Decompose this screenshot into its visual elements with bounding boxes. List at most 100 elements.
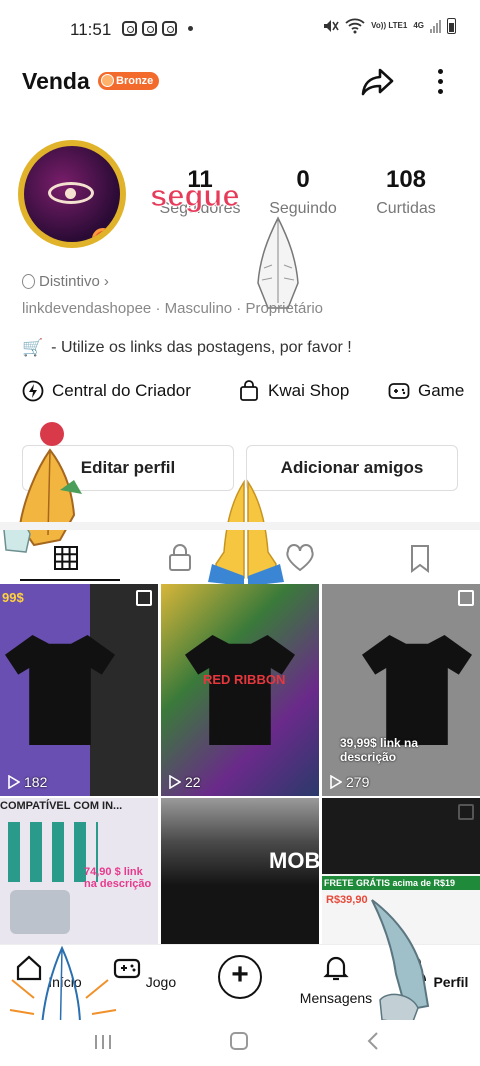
post-views-count: 279 — [346, 774, 370, 790]
post-tile[interactable]: COMPATÍVEL COM IN... 74,90 $ link na des… — [0, 798, 158, 944]
likes-label: Curtidas — [376, 200, 436, 217]
username: Venda — [22, 68, 90, 94]
post-caption: RED RIBBON — [203, 672, 286, 687]
grid-icon[interactable] — [46, 541, 86, 575]
lock-icon[interactable] — [160, 541, 200, 575]
nav-label: Perfil — [433, 974, 469, 990]
following-label: Seguindo — [269, 200, 337, 217]
status-bar: 11:51 Vo)) LTE1 4G — [0, 0, 480, 58]
avatar[interactable] — [18, 140, 126, 248]
profile-header: Venda Bronze — [22, 64, 462, 100]
profile-info-line: linkdevendashopee · Masculino · Propriet… — [22, 300, 323, 317]
shopping-bag-icon — [240, 380, 258, 401]
heart-icon[interactable] — [280, 541, 320, 575]
post-views: 279 — [330, 774, 369, 790]
flower-icon — [92, 228, 114, 242]
create-post-button[interactable]: + — [218, 955, 262, 999]
following-count: 0 — [296, 166, 310, 193]
avatar-image — [24, 146, 120, 242]
segue-sticker: segue — [150, 178, 241, 214]
post-caption: 99$ — [2, 590, 24, 605]
creator-shortcuts: Central do Criador Kwai Shop Game — [22, 380, 480, 410]
post-tile[interactable]: RED RIBBON 22 — [161, 584, 319, 796]
bio-text: - Utilize os links das postagens, por fa… — [51, 339, 352, 356]
network-type: 4G — [413, 21, 424, 30]
person-icon — [403, 957, 426, 981]
nav-perfil[interactable]: Perfil — [394, 953, 474, 990]
lightning-icon — [22, 380, 44, 402]
likes-stat[interactable]: 108 Curtidas — [364, 166, 448, 218]
battery-icon — [447, 18, 456, 34]
nav-label: Jogo — [145, 974, 177, 990]
nav-jogo[interactable]: Jogo — [104, 953, 184, 990]
distintivo-label: Distintivo — [39, 273, 100, 290]
posts-grid: 99$ 182 RED RIBBON 22 39,99$ link na des… — [0, 584, 480, 944]
bottom-nav: Início Jogo + Mensagens Perfil — [0, 944, 480, 1020]
edit-profile-button[interactable]: Editar perfil — [22, 445, 234, 491]
nav-mensagens[interactable]: Mensagens — [296, 953, 376, 1006]
play-icon — [169, 775, 181, 789]
shortcut-label: Game — [418, 381, 465, 400]
nav-inicio[interactable]: Início — [8, 953, 88, 990]
system-icons: Vo)) LTE1 4G — [321, 18, 456, 34]
post-subcaption: R$39,90 — [326, 894, 368, 906]
home-icon — [17, 955, 42, 981]
post-tile[interactable]: 99$ 182 — [0, 584, 158, 796]
post-caption: FRETE GRÁTIS acima de R$19 — [322, 876, 480, 890]
nav-label: Início — [48, 974, 82, 990]
post-caption: COMPATÍVEL COM IN... — [0, 800, 123, 812]
back-icon[interactable] — [366, 1031, 380, 1051]
shortcut-kwai-shop[interactable]: Kwai Shop — [238, 380, 349, 402]
following-stat[interactable]: 0 Seguindo — [258, 166, 348, 218]
home-button-icon[interactable] — [228, 1030, 250, 1052]
profile-actions: Editar perfil Adicionar amigos — [22, 445, 458, 491]
post-tile[interactable]: MOB — [161, 798, 319, 944]
gamepad-icon — [113, 958, 140, 979]
nav-label: Mensagens — [299, 990, 373, 1006]
multi-image-icon — [458, 804, 474, 820]
medal-icon — [22, 274, 35, 289]
post-caption: MOB — [269, 848, 319, 873]
instagram-icon — [142, 21, 157, 36]
instagram-icon — [162, 21, 177, 36]
play-icon — [8, 775, 20, 789]
shopping-cart-icon: 🛒 — [22, 338, 44, 357]
gamepad-icon — [388, 383, 410, 399]
post-tile[interactable]: 39,99$ link na descrição 279 — [322, 584, 480, 796]
level-badge[interactable]: Bronze — [98, 72, 160, 90]
add-friends-button[interactable]: Adicionar amigos — [246, 445, 458, 491]
status-time: 11:51 — [70, 20, 112, 39]
multi-image-icon — [458, 590, 474, 606]
active-tab-indicator — [20, 579, 120, 581]
tshirt-image — [362, 635, 472, 745]
chevron-right-icon: › — [103, 273, 109, 290]
shortcut-label: Kwai Shop — [268, 381, 350, 400]
multi-image-icon — [136, 590, 152, 606]
post-views-count: 22 — [185, 774, 201, 790]
shortcut-central-do-criador[interactable]: Central do Criador — [22, 380, 191, 402]
bookmark-icon[interactable] — [400, 541, 440, 575]
instagram-icon — [122, 21, 137, 36]
bio: 🛒 - Utilize os links das postagens, por … — [22, 338, 352, 358]
likes-count: 108 — [385, 166, 427, 193]
play-icon — [330, 775, 342, 789]
post-tile[interactable]: FRETE GRÁTIS acima de R$19 R$39,90 — [322, 798, 480, 944]
eye-of-horus-icon — [48, 182, 94, 204]
post-subcaption: 74,90 $ link na descrição — [84, 866, 152, 890]
more-options-icon[interactable] — [430, 66, 450, 98]
distintivo-link[interactable]: Distintivo › — [22, 273, 109, 290]
network-label: Vo)) LTE1 — [371, 21, 408, 30]
share-icon[interactable] — [360, 64, 396, 100]
content-tabs — [0, 535, 480, 581]
level-badge-label: Bronze — [116, 75, 154, 87]
signal-icon — [430, 19, 441, 33]
post-image — [322, 798, 480, 874]
more-notifications-icon — [188, 26, 193, 31]
mute-icon — [324, 20, 339, 32]
bell-icon — [323, 956, 349, 981]
shortcut-game[interactable]: Game — [388, 380, 464, 402]
gengar-banner — [90, 584, 158, 796]
recent-apps-icon[interactable] — [92, 1032, 114, 1052]
bronze-medal-icon — [101, 74, 114, 87]
plus-icon: + — [231, 958, 249, 991]
